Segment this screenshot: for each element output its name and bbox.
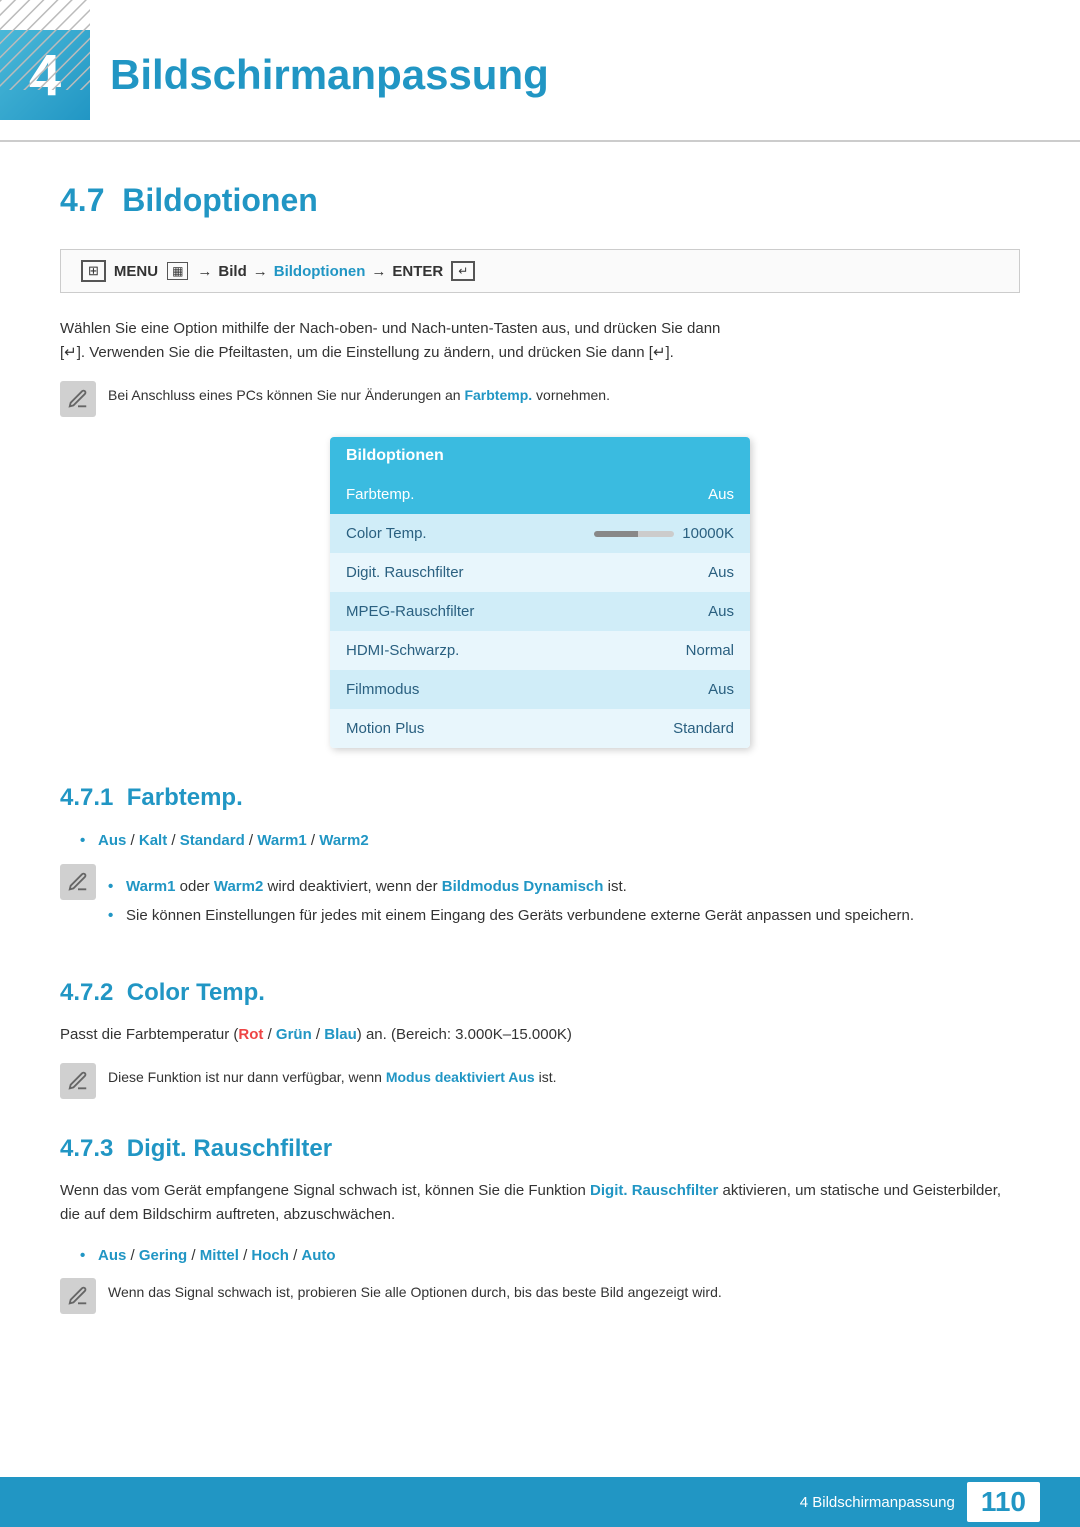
pencil-icon-2 (67, 871, 89, 893)
note-icon-4 (60, 1278, 96, 1314)
note-icon-3 (60, 1063, 96, 1099)
menu-item-filmmodus: Filmmodus Aus (330, 670, 750, 709)
header-decoration (0, 0, 90, 90)
digit-rausch-description: Wenn das vom Gerät empfangene Signal sch… (60, 1179, 1020, 1227)
footer: 4 Bildschirmanpassung 110 (0, 1477, 1080, 1527)
menu-arrow2: → (253, 263, 268, 280)
chapter-title: Bildschirmanpassung (110, 51, 549, 99)
menu-label: MENU (114, 263, 158, 280)
chapter-header: 4 Bildschirmanpassung (0, 0, 1080, 142)
menu-arrow1: → (197, 263, 212, 280)
menu-item-farbtemp: Farbtemp. Aus (330, 475, 750, 514)
menu-item-motion-plus: Motion Plus Standard (330, 709, 750, 748)
note-text-3: Diese Funktion ist nur dann verfügbar, w… (108, 1063, 556, 1088)
menu-screenshot: Bildoptionen Farbtemp. Aus Color Temp. 1… (330, 437, 750, 748)
menu-path: ⊞ MENU ▦ → Bild → Bildoptionen → ENTER ↵ (60, 249, 1020, 293)
temp-bar (594, 531, 674, 537)
subsection-heading-471: 4.7.1 Farbtemp. (60, 784, 1020, 812)
note-box-3: Diese Funktion ist nur dann verfügbar, w… (60, 1063, 1020, 1099)
note-box-4: Wenn das Signal schwach ist, probieren S… (60, 1278, 1020, 1314)
note-box-2: Warm1 oder Warm2 wird deaktiviert, wenn … (60, 864, 1020, 943)
farbtemp-options-item: Aus / Kalt / Standard / Warm1 / Warm2 (80, 828, 1020, 854)
farbtemp-note-item-1: Warm1 oder Warm2 wird deaktiviert, wenn … (108, 874, 914, 900)
farbtemp-note-list: Warm1 oder Warm2 wird deaktiviert, wenn … (108, 874, 914, 933)
menu-arrow3: → (371, 263, 386, 280)
menu-item-mpeg-rausch: MPEG-Rauschfilter Aus (330, 592, 750, 631)
farbtemp-bullet-list: Aus / Kalt / Standard / Warm1 / Warm2 (80, 828, 1020, 854)
menu-item1: Bild (218, 263, 246, 280)
footer-text: 4 Bildschirmanpassung (800, 1494, 955, 1511)
menu-title-bar: Bildoptionen (330, 437, 750, 475)
note-icon-2 (60, 864, 96, 900)
pencil-icon-4 (67, 1285, 89, 1307)
digit-rausch-options-list: Aus / Gering / Mittel / Hoch / Auto (80, 1243, 1020, 1269)
subsection-heading-473: 4.7.3 Digit. Rauschfilter (60, 1135, 1020, 1163)
menu-icon: ⊞ (81, 260, 106, 282)
note-text-4: Wenn das Signal schwach ist, probieren S… (108, 1278, 722, 1303)
note-icon-1 (60, 381, 96, 417)
menu-item-digit-rausch: Digit. Rauschfilter Aus (330, 553, 750, 592)
footer-page-number: 110 (967, 1482, 1040, 1522)
note-box-1: Bei Anschluss eines PCs können Sie nur Ä… (60, 381, 1020, 417)
color-temp-description: Passt die Farbtemperatur (Rot / Grün / B… (60, 1023, 1020, 1047)
menu-item2: Bildoptionen (274, 263, 366, 280)
subsection-heading-472: 4.7.2 Color Temp. (60, 979, 1020, 1007)
menu-item-color-temp: Color Temp. 10000K (330, 514, 750, 553)
section-heading: 4.7 Bildoptionen (60, 182, 1020, 219)
digit-rausch-options-item: Aus / Gering / Mittel / Hoch / Auto (80, 1243, 1020, 1269)
pencil-icon-3 (67, 1070, 89, 1092)
farbtemp-note-item-2: Sie können Einstellungen für jedes mit e… (108, 903, 914, 929)
pencil-icon (67, 388, 89, 410)
enter-icon: ↵ (451, 261, 475, 281)
menu-item-hdmi: HDMI-Schwarzp. Normal (330, 631, 750, 670)
description-text: Wählen Sie eine Option mithilfe der Nach… (60, 317, 1020, 365)
enter-label: ENTER (392, 263, 443, 280)
color-temp-bar: 10000K (594, 525, 734, 542)
note-text-1: Bei Anschluss eines PCs können Sie nur Ä… (108, 381, 610, 406)
main-content: 4.7 Bildoptionen ⊞ MENU ▦ → Bild → Bildo… (0, 182, 1080, 1314)
